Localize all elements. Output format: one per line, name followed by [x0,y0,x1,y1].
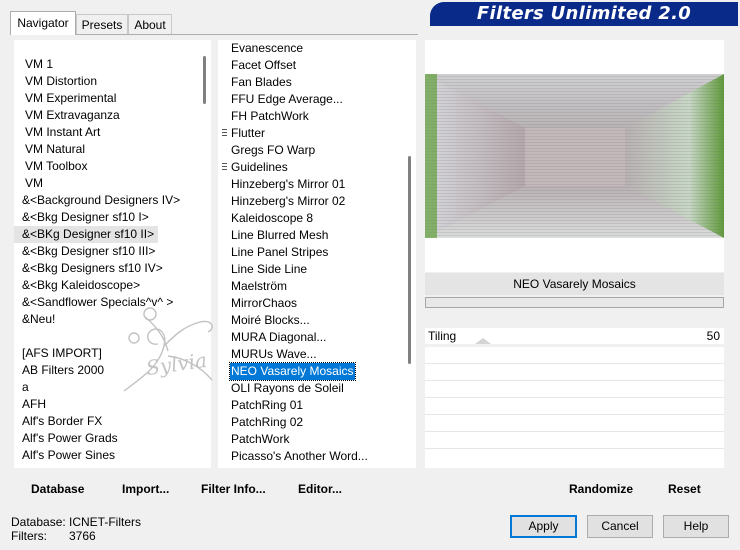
category-item[interactable]: &<Bkg Kaleidoscope> [14,277,144,294]
randomize-button[interactable]: Randomize [569,481,633,498]
status-database-value: ICNET-Filters [69,515,141,529]
category-scrollbar[interactable] [203,56,206,104]
filter-item[interactable]: Kaleidoscope 8 [230,210,315,227]
app-title: Filters Unlimited 2.0 [476,3,692,24]
category-item[interactable]: Alf's Border FX [14,413,106,430]
category-item[interactable]: VM Extravaganza [14,107,124,124]
param-row-tiling[interactable]: Tiling 50 [425,328,724,344]
apply-button[interactable]: Apply [510,515,577,538]
param-row-empty [425,381,724,398]
category-item[interactable]: AFH [14,396,50,413]
filter-item[interactable]: FFU Edge Average... [230,91,345,108]
filter-item[interactable]: Hinzeberg's Mirror 01 [230,176,347,193]
category-item[interactable] [14,328,26,345]
filter-item[interactable]: Flutter [230,125,267,142]
status-filters-value: 3766 [69,529,96,543]
tab-presets[interactable]: Presets [76,14,128,34]
category-item[interactable]: VM Toolbox [14,158,91,175]
category-item[interactable]: VM 1 [14,56,57,73]
filter-item[interactable]: Fan Blades [230,74,294,91]
category-item[interactable]: VM Natural [14,141,89,158]
filter-item[interactable]: MURA Diagonal... [230,329,328,346]
filter-item[interactable]: MirrorChaos [230,295,299,312]
category-item[interactable]: &<Bkg Designers sf10 IV> [14,260,167,277]
category-item[interactable]: &<Bkg Designer sf10 I> [14,209,153,226]
category-item[interactable]: a [14,379,33,396]
param-row-empty [425,432,724,449]
param-row-empty [425,364,724,381]
category-item[interactable]: VM Instant Art [14,124,104,141]
editor-button[interactable]: Editor... [298,481,342,498]
filter-item[interactable]: Picasso's Another Word... [230,448,370,465]
filter-item[interactable]: NEO Vasarely Mosaics [228,362,357,381]
category-item[interactable]: Alf's Power Grads [14,430,122,447]
status-database-label: Database: [11,515,66,529]
filter-item[interactable]: Line Side Line [230,261,309,278]
filter-item[interactable]: Line Panel Stripes [230,244,330,261]
filter-item[interactable]: Evanescence [230,40,305,57]
category-item[interactable]: AB Filters 2000 [14,362,108,379]
category-item[interactable]: [AFS IMPORT] [14,345,106,362]
preview-progress-bar [425,297,724,308]
category-item[interactable]: VM Distortion [14,73,101,90]
import-button[interactable]: Import... [122,481,169,498]
drag-handle-icon [222,129,227,138]
param-row-empty [425,347,724,364]
param-row-empty [425,398,724,415]
filter-list[interactable]: Evanescence Facet Offset Fan Blades FFU Edg… [218,40,416,468]
category-item[interactable]: &Neu! [14,311,59,328]
status-filters-label: Filters: [11,529,47,543]
preview-panel [425,40,724,272]
param-value: 50 [706,329,720,343]
param-row-empty [425,415,724,432]
tab-about[interactable]: About [128,14,172,34]
filter-item[interactable]: MURUs Wave... [230,346,319,363]
filter-item[interactable]: Guidelines [230,159,290,176]
drag-handle-icon [222,163,227,172]
reset-button[interactable]: Reset [668,481,701,498]
filter-info-button[interactable]: Filter Info... [201,481,266,498]
filter-item[interactable]: Maelström [230,278,289,295]
filter-item[interactable]: PatchWork [230,431,291,448]
filter-item[interactable]: OLI Rayons de Soleil [230,380,346,397]
category-item[interactable]: Alf's Power Sines [14,447,119,464]
database-button[interactable]: Database [31,481,84,498]
filter-item[interactable]: FH PatchWork [230,108,311,125]
filter-item[interactable]: PatchRing 02 [230,414,305,431]
category-item[interactable]: &<BKg Designer sf10 II> [14,226,159,243]
help-button[interactable]: Help [663,515,729,538]
category-item[interactable]: VM [14,175,47,192]
category-item[interactable]: &<Bkg Designer sf10 III> [14,243,159,260]
filter-item[interactable]: Facet Offset [230,57,298,74]
filter-item[interactable]: PatchRing 01 [230,397,305,414]
category-item[interactable]: &<Background Designers IV> [14,192,184,209]
filter-item[interactable]: Moiré Blocks... [230,312,312,329]
filter-item[interactable]: Line Blurred Mesh [230,227,330,244]
filter-item[interactable]: Gregs FO Warp [230,142,317,159]
param-label: Tiling [428,329,457,343]
tab-navigator[interactable]: Navigator [10,11,76,35]
category-item[interactable]: VM Experimental [14,90,120,107]
filter-scrollbar[interactable] [408,156,411,364]
filter-item[interactable]: Hinzeberg's Mirror 02 [230,193,347,210]
preview-filter-name: NEO Vasarely Mosaics [425,273,724,295]
slider-thumb[interactable] [475,338,491,344]
cancel-button[interactable]: Cancel [587,515,653,538]
preview-image [425,74,724,238]
param-row-empty [425,449,724,468]
